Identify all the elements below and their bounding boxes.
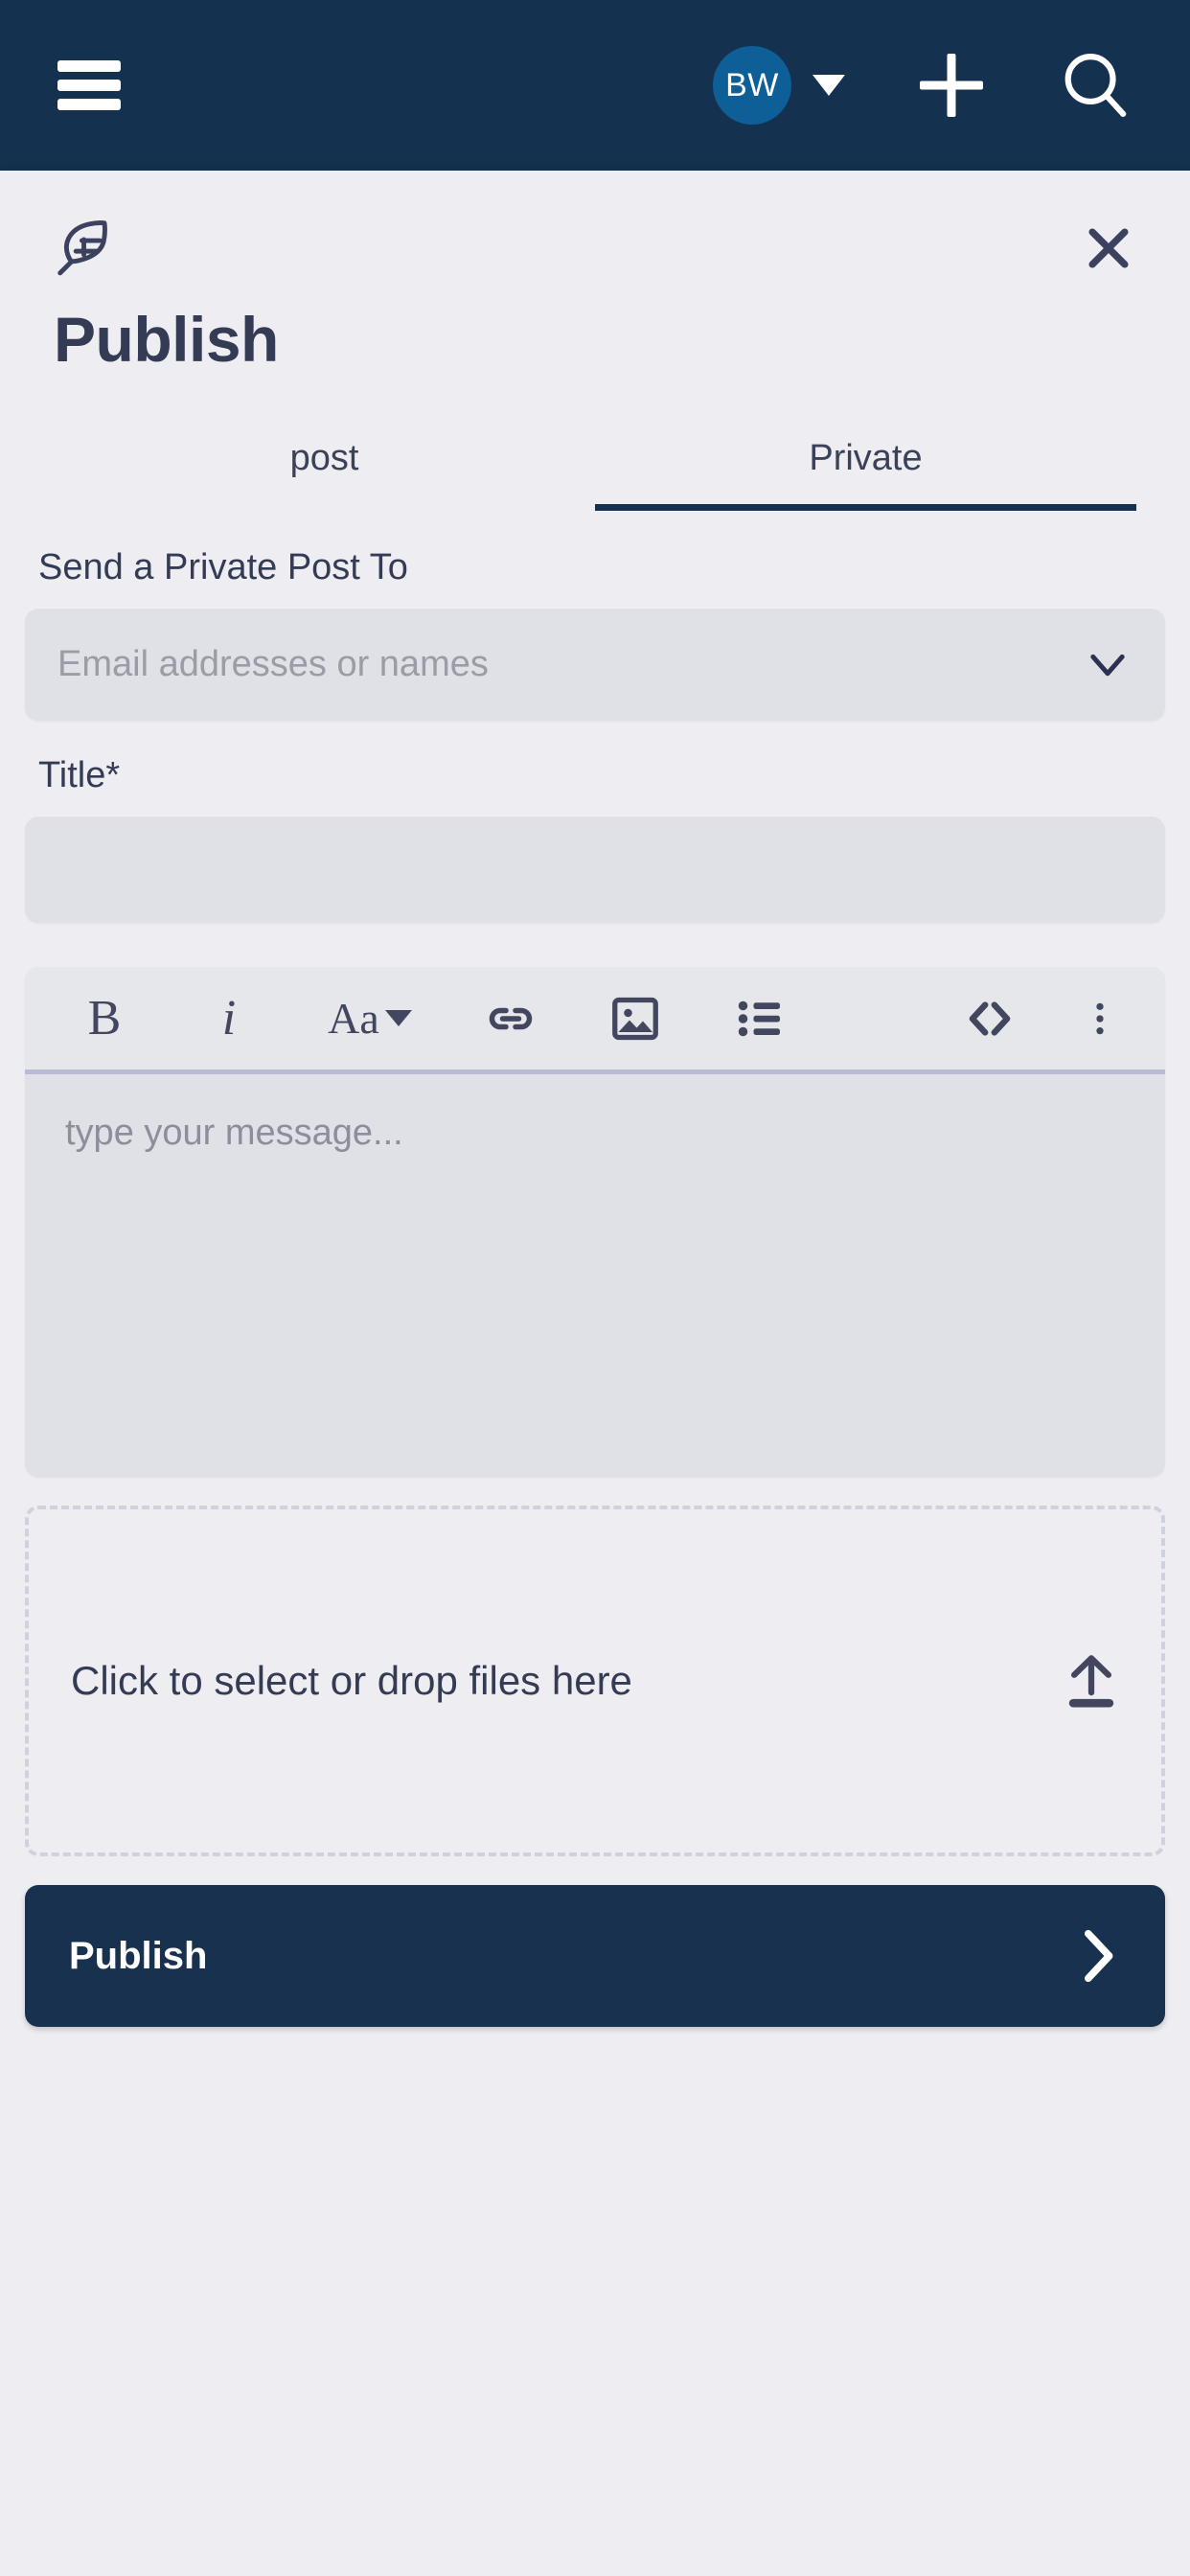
chevron-right-icon [1075, 1922, 1121, 1990]
link-icon[interactable] [469, 978, 552, 1060]
hamburger-bar [57, 60, 121, 72]
file-dropzone[interactable]: Click to select or drop files here [25, 1506, 1165, 1857]
user-menu[interactable]: BW [713, 46, 845, 125]
italic-icon[interactable]: i [188, 978, 270, 1060]
publish-button-label: Publish [69, 1934, 208, 1977]
panel-header: Publish post Private [0, 171, 1190, 512]
font-size-label: Aa [328, 994, 379, 1044]
message-placeholder: type your message... [65, 1113, 403, 1154]
search-icon[interactable] [1058, 48, 1133, 123]
tab-post[interactable]: post [54, 425, 595, 511]
bold-icon[interactable]: B [63, 978, 146, 1060]
editor-toolbar: B i Aa [25, 967, 1165, 1075]
bottom-spacer [0, 2027, 1190, 2576]
hamburger-menu-icon[interactable] [57, 60, 121, 110]
tab-private[interactable]: Private [595, 425, 1136, 512]
code-icon[interactable] [949, 978, 1031, 1060]
avatar[interactable]: BW [713, 46, 791, 125]
publish-form: Send a Private Post To Email addresses o… [0, 511, 1190, 2028]
recipients-input[interactable]: Email addresses or names [25, 608, 1165, 722]
image-icon[interactable] [594, 978, 676, 1060]
bullet-list-icon[interactable] [719, 978, 801, 1060]
dropzone-label: Click to select or drop files here [71, 1658, 632, 1704]
font-size-icon[interactable]: Aa [312, 978, 427, 1060]
page-title: Publish [54, 304, 279, 375]
upload-icon [1064, 1649, 1119, 1713]
top-bar-actions: BW [713, 46, 1190, 125]
feather-icon [54, 213, 113, 282]
caret-down-icon[interactable] [812, 75, 845, 96]
close-icon[interactable] [1081, 220, 1136, 276]
recipients-label: Send a Private Post To [38, 547, 408, 588]
top-app-bar: BW [0, 0, 1190, 171]
title-input[interactable] [25, 816, 1165, 924]
font-size-caret-icon [384, 1010, 412, 1027]
chevron-down-icon[interactable] [1083, 639, 1133, 689]
app-screen: BW Publish post Private Send a Private P… [0, 0, 1190, 2576]
hamburger-bar [57, 99, 121, 110]
panel-header-row [54, 213, 1136, 282]
tab-bar: post Private [54, 425, 1136, 512]
more-vertical-icon[interactable] [1073, 978, 1127, 1060]
hamburger-bar [57, 80, 121, 91]
recipients-placeholder: Email addresses or names [57, 643, 489, 684]
rich-text-editor: B i Aa type your message... [25, 967, 1165, 1478]
title-label: Title* [38, 755, 121, 796]
publish-button[interactable]: Publish [25, 1885, 1165, 2028]
plus-icon[interactable] [916, 50, 987, 121]
publish-panel: Publish post Private Send a Private Post… [0, 171, 1190, 2576]
message-input[interactable]: type your message... [25, 1074, 1165, 1477]
